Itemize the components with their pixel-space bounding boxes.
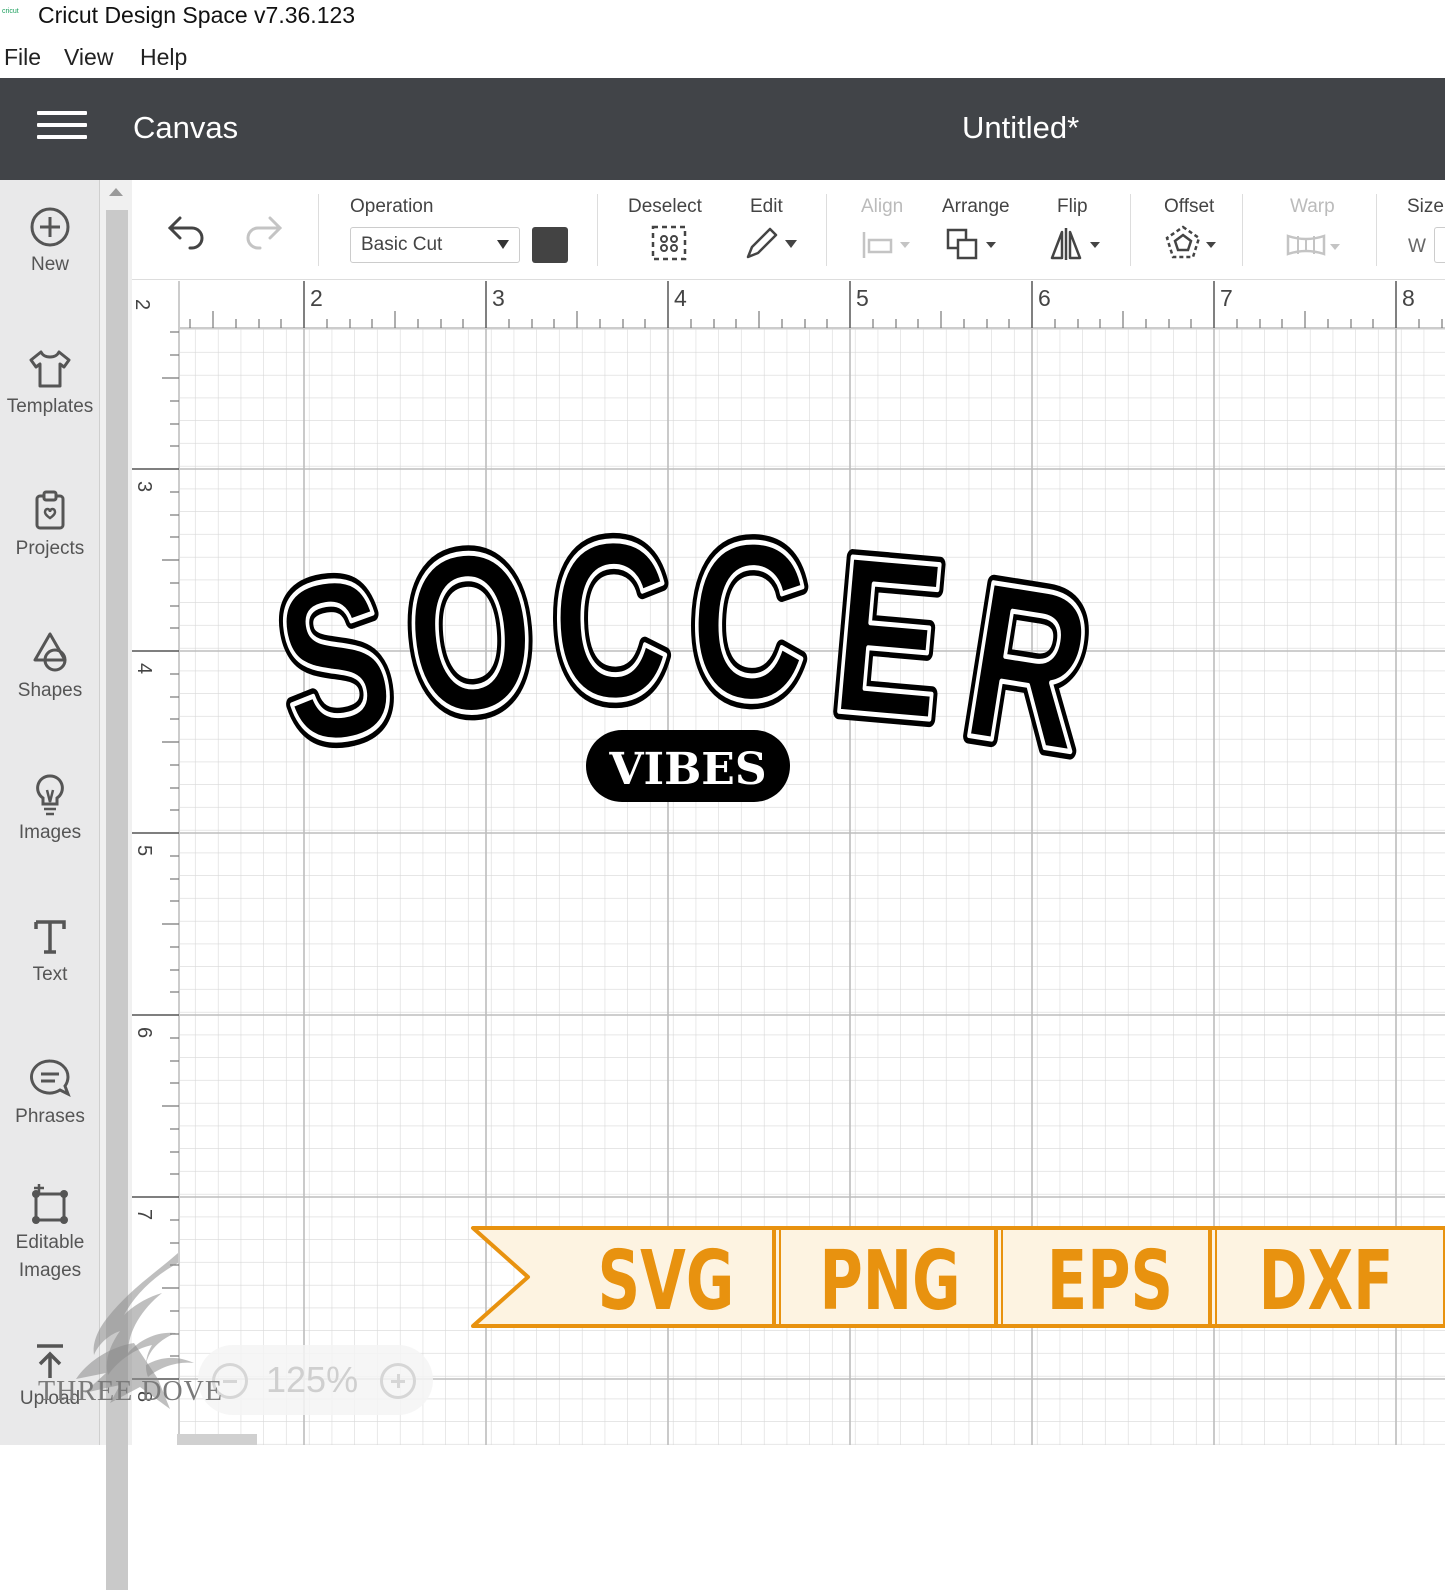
menu-file[interactable]: File [4, 44, 41, 71]
sidebar-label: Images [18, 822, 82, 843]
watermark-text: THREE DOVE [38, 1376, 223, 1407]
sidebar-label: Shapes [17, 680, 83, 701]
flip-label: Flip [1057, 196, 1088, 217]
clipboard-icon [35, 490, 65, 530]
format-label-dxf: DXF [1259, 1233, 1394, 1328]
window-title: Cricut Design Space v7.36.123 [38, 2, 356, 28]
sidebar-item-projects[interactable]: Projects [0, 488, 100, 560]
edit-label: Edit [750, 196, 783, 217]
text-icon [34, 920, 66, 954]
menu-bar: File View Help [0, 40, 1445, 76]
edit-toolbar: Operation Basic Cut Deselect Edit Align … [132, 180, 1445, 280]
window-titlebar: cricut Cricut Design Space v7.36.123 [0, 0, 1445, 36]
offset-label: Offset [1164, 196, 1215, 217]
sidebar-item-shapes[interactable]: Shapes [0, 630, 100, 702]
warp-label: Warp [1290, 196, 1335, 217]
headline-letter-r: R [951, 533, 1106, 800]
headline-letter-e: E [824, 508, 954, 768]
lightbulb-icon [36, 774, 64, 816]
hamburger-menu-icon[interactable] [37, 111, 87, 145]
toolbar-divider [1130, 194, 1131, 266]
headline-letter-c2: C [686, 494, 812, 749]
app-logo-icon: cricut [2, 8, 19, 15]
horizontal-scrollbar-thumb[interactable] [177, 1434, 257, 1445]
document-title[interactable]: Untitled* [962, 110, 1079, 146]
headline-letter-o: O [397, 502, 544, 763]
pencil-icon[interactable] [742, 224, 802, 262]
plus-circle-icon [30, 207, 70, 247]
arrange-label: Arrange [942, 196, 1010, 217]
edit-image-icon [32, 1184, 68, 1224]
tshirt-icon [29, 350, 71, 388]
undo-icon[interactable] [166, 216, 208, 252]
sidebar-item-new[interactable]: New [0, 204, 100, 276]
format-label-png: PNG [819, 1233, 960, 1328]
scroll-up-arrow-icon[interactable] [109, 188, 123, 196]
size-label: Size [1407, 196, 1444, 217]
headline-letter-c1: C [550, 494, 671, 747]
color-swatch[interactable] [532, 227, 568, 263]
deselect-icon[interactable] [650, 224, 688, 262]
flip-icon[interactable] [1048, 224, 1106, 262]
arrange-icon[interactable] [944, 224, 1002, 262]
chevron-down-icon [497, 240, 509, 249]
operation-label: Operation [350, 196, 434, 217]
format-label-eps: EPS [1047, 1233, 1173, 1328]
zoom-in-icon[interactable] [380, 1363, 416, 1399]
toolbar-divider [597, 194, 598, 266]
sidebar-label: Projects [15, 538, 85, 559]
sidebar-label: Phrases [15, 1106, 85, 1127]
offset-icon[interactable] [1164, 224, 1222, 262]
sidebar-item-phrases[interactable]: Phrases [0, 1056, 100, 1128]
size-width-label: W [1408, 236, 1426, 257]
align-label: Align [861, 196, 904, 217]
section-title: Canvas [133, 110, 239, 145]
sidebar-item-images[interactable]: Images [0, 772, 100, 844]
toolbar-divider [1376, 194, 1377, 266]
toolbar-divider [318, 194, 319, 266]
size-width-input[interactable] [1434, 227, 1445, 263]
operation-value: Basic Cut [361, 234, 443, 255]
subline-text: VIBES [608, 744, 766, 795]
deselect-label: Deselect [628, 196, 702, 217]
toolbar-divider [1242, 194, 1243, 266]
warp-icon[interactable] [1284, 224, 1342, 262]
zoom-value: 125% [266, 1359, 359, 1400]
sidebar-label: Text [32, 964, 68, 985]
menu-view[interactable]: View [64, 44, 113, 71]
headline-letter-s: S [262, 528, 408, 793]
redo-icon[interactable] [242, 216, 284, 252]
operation-select[interactable]: Basic Cut [350, 227, 520, 263]
align-icon[interactable] [860, 224, 916, 262]
toolbar-divider [826, 194, 827, 266]
format-label-svg: SVG [598, 1233, 735, 1328]
file-format-banner: SVG PNG EPS DXF [471, 1226, 1445, 1329]
shapes-icon [33, 632, 67, 672]
speech-bubble-icon [30, 1059, 71, 1098]
sidebar-item-templates[interactable]: Templates [0, 346, 100, 418]
sidebar-label: New [30, 254, 69, 275]
menu-help[interactable]: Help [140, 44, 187, 71]
sidebar-item-text[interactable]: Text [0, 914, 100, 986]
app-header: Canvas Untitled* [0, 78, 1445, 180]
sidebar-label: Templates [6, 396, 94, 417]
